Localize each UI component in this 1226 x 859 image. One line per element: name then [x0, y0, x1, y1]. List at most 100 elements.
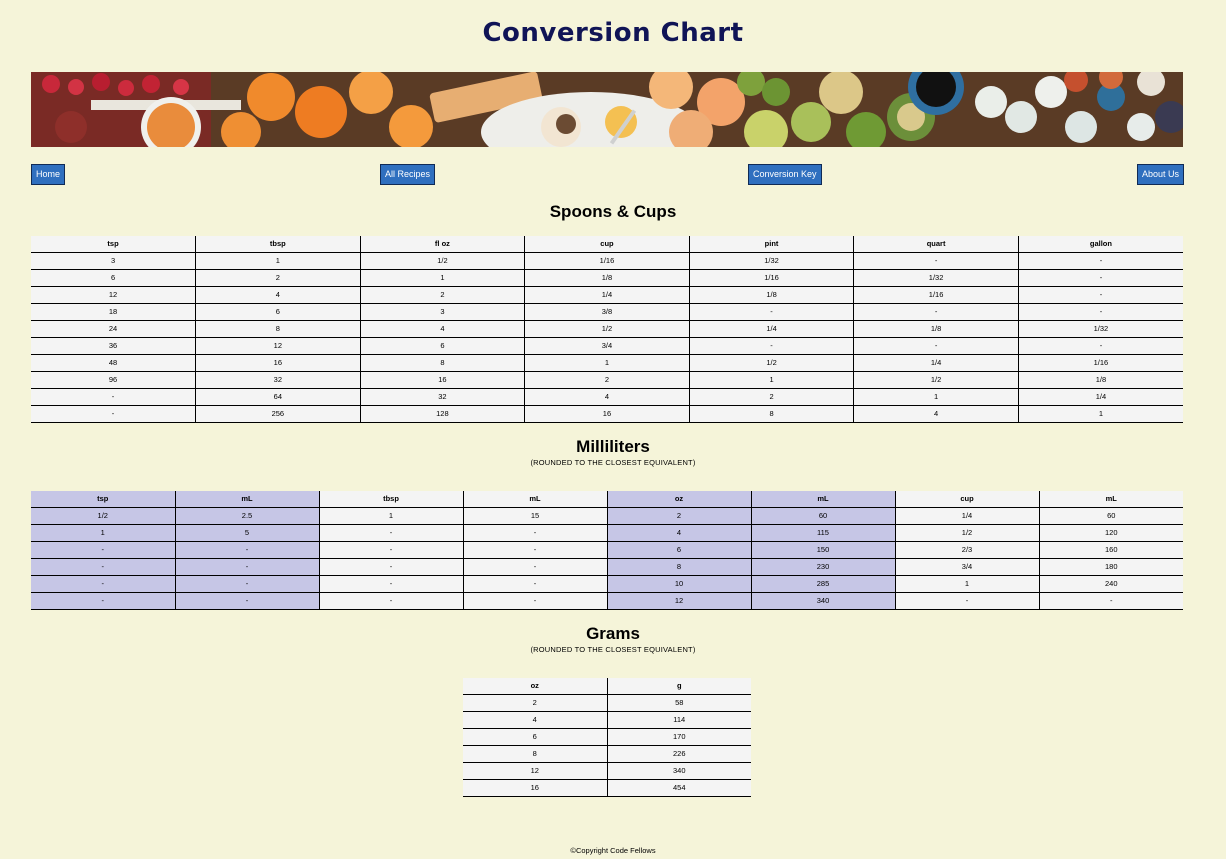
column-header: fl oz [360, 236, 526, 253]
table-cell: 32 [360, 388, 526, 406]
table-cell: 58 [607, 694, 751, 712]
table-cell: 5 [175, 524, 320, 542]
table-cell: 1/2 [689, 354, 855, 372]
table-cell: - [31, 592, 176, 610]
table-cell: 4 [607, 524, 752, 542]
table-cell: 1/32 [853, 269, 1019, 287]
table-cell: - [1018, 286, 1183, 304]
nav-home-button[interactable]: Home [31, 164, 66, 185]
table-cell: 1 [1018, 405, 1183, 423]
table-cell: 6 [463, 728, 608, 746]
table-cell: 4 [360, 320, 526, 338]
table-row: - - - -10 285 1 240 [31, 575, 1183, 593]
column-header: oz [463, 678, 608, 695]
table-cell: 3/8 [524, 303, 690, 321]
copyright-footer: ©Copyright Code Fellows [570, 846, 656, 855]
table-cell: 4 [853, 405, 1019, 423]
table-cell: 1/8 [689, 286, 855, 304]
table-row: 96 32 16 2 1 1/2 1/8 [31, 371, 1183, 389]
nav-all-recipes-button[interactable]: All Recipes [380, 164, 436, 185]
table-cell: 12 [607, 592, 752, 610]
table-cell: - [463, 524, 608, 542]
column-header: gallon [1018, 236, 1183, 253]
table-row: 12 340 [463, 762, 751, 780]
table-cell: 128 [360, 405, 526, 423]
spoons-cups-table: tsp tbsp fl oz cup pint quart gallon 3 1 1/2 1/16… [31, 236, 1183, 423]
table-cell: 240 [1039, 575, 1183, 593]
table-row: 18 6 3 3/8- - - [31, 303, 1183, 321]
milliliters-table: tsp mL tbsp mL oz mL cup mL 1/2 2.5 1 15 2 60 1/4 60 1 5… [31, 491, 1183, 610]
table-cell: - [31, 388, 197, 406]
food-banner-image [31, 72, 1183, 147]
table-cell: 1 [195, 252, 361, 270]
table-cell: - [895, 592, 1040, 610]
table-cell: 1/32 [689, 252, 855, 270]
table-cell: 16 [524, 405, 690, 423]
table-cell: 454 [607, 779, 751, 797]
table-cell: 16 [463, 779, 608, 797]
table-cell: 340 [607, 762, 751, 780]
table-cell: 1 [360, 269, 526, 287]
table-cell: 24 [31, 320, 197, 338]
table-cell: 150 [751, 541, 896, 559]
table-cell: 8 [689, 405, 855, 423]
table-cell: 2 [607, 507, 752, 525]
table-cell: 64 [195, 388, 361, 406]
table-cell: 60 [1039, 507, 1183, 525]
column-header: tbsp [195, 236, 361, 253]
table-cell: 1/16 [524, 252, 690, 270]
table-row: 2 58 [463, 694, 751, 712]
table-row: - - - -8 230 3/4 180 [31, 558, 1183, 576]
column-header: pint [689, 236, 855, 253]
table-cell: - [689, 303, 855, 321]
table-cell: 180 [1039, 558, 1183, 576]
table-cell: - [319, 575, 464, 593]
table-cell: - [463, 541, 608, 559]
table-cell: 1/8 [1018, 371, 1183, 389]
table-cell: 8 [195, 320, 361, 338]
table-cell: 6 [607, 541, 752, 559]
column-header: quart [853, 236, 1019, 253]
table-cell: 2 [463, 694, 608, 712]
table-cell: 60 [751, 507, 896, 525]
table-cell: 32 [195, 371, 361, 389]
table-cell: 10 [607, 575, 752, 593]
column-header: cup [895, 491, 1040, 508]
table-cell: 1 [895, 575, 1040, 593]
table-cell: - [689, 337, 855, 355]
column-header: mL [463, 491, 608, 508]
table-cell: 1/4 [853, 354, 1019, 372]
column-header: tbsp [319, 491, 464, 508]
table-cell: - [1039, 592, 1183, 610]
grams-subtitle: (ROUNDED TO THE CLOSEST EQUIVALENT) [530, 645, 696, 654]
table-cell: 8 [463, 745, 608, 763]
table-cell: - [853, 252, 1019, 270]
milliliters-title: Milliliters [576, 437, 650, 456]
table-cell: 120 [1039, 524, 1183, 542]
table-cell: - [175, 592, 320, 610]
nav-conversion-key-button[interactable]: Conversion Key [748, 164, 822, 185]
table-cell: 1/8 [524, 269, 690, 287]
table-row: 8 226 [463, 745, 751, 763]
table-cell: 1/2 [360, 252, 526, 270]
table-cell: 1/2 [895, 524, 1040, 542]
column-header: mL [175, 491, 320, 508]
nav-about-us-button[interactable]: About Us [1137, 164, 1185, 185]
table-cell: 1 [689, 371, 855, 389]
spoons-cups-title: Spoons & Cups [549, 202, 677, 221]
milliliters-subtitle: (ROUNDED TO THE CLOSEST EQUIVALENT) [530, 458, 696, 467]
table-cell: - [319, 558, 464, 576]
table-cell: 12 [463, 762, 608, 780]
table-cell: 1/2 [31, 507, 176, 525]
table-cell: 8 [360, 354, 526, 372]
table-cell: - [1018, 303, 1183, 321]
table-cell: - [31, 558, 176, 576]
table-cell: 1 [853, 388, 1019, 406]
table-cell: 2 [689, 388, 855, 406]
table-cell: 3/4 [524, 337, 690, 355]
table-cell: 1/4 [895, 507, 1040, 525]
table-cell: 96 [31, 371, 197, 389]
table-cell: 12 [31, 286, 197, 304]
table-cell: 1/4 [1018, 388, 1183, 406]
table-cell: 1 [319, 507, 464, 525]
